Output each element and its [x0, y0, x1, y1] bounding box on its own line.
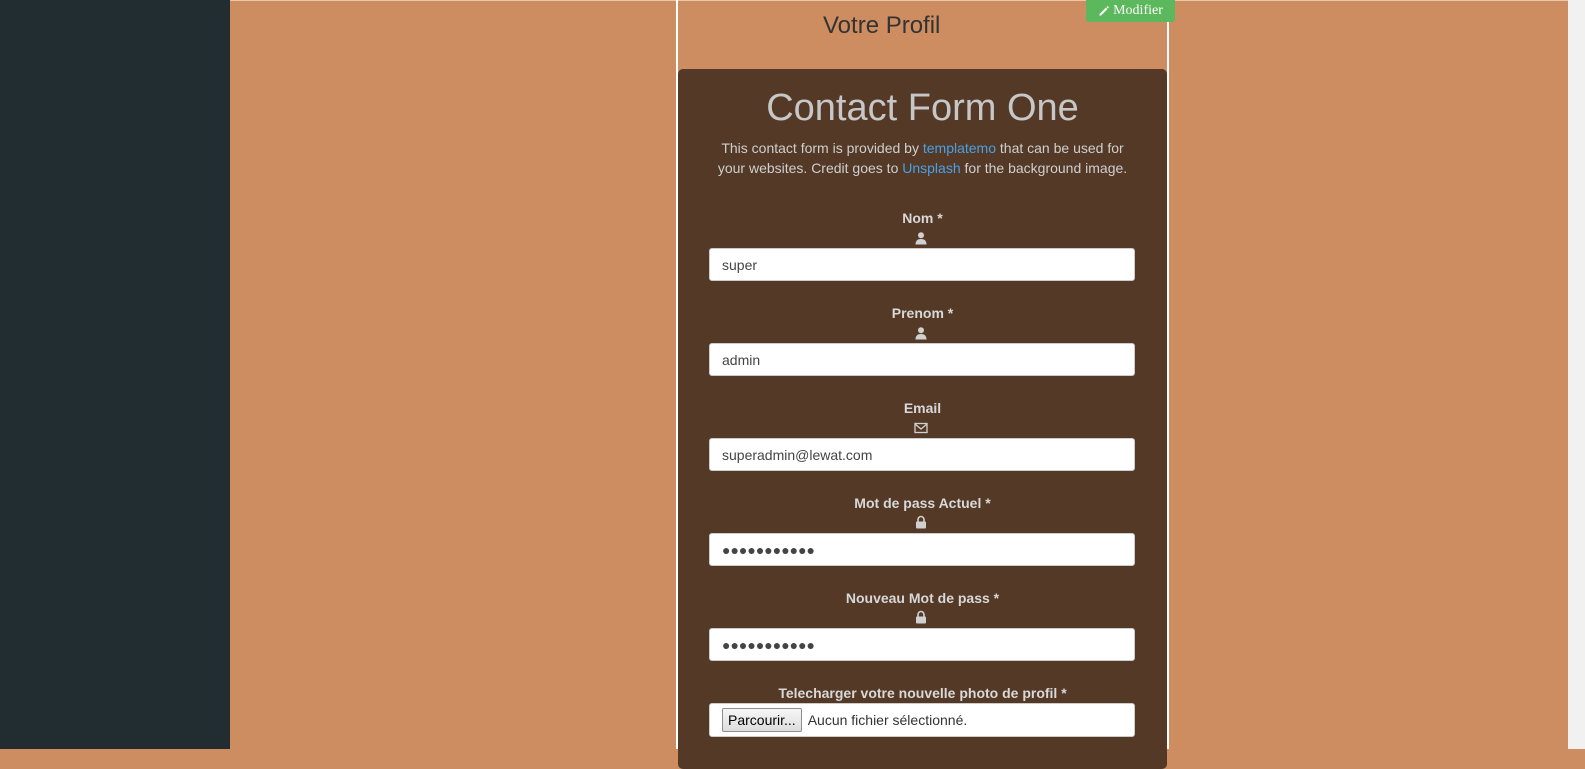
- lock-icon: [914, 610, 928, 624]
- file-status: Aucun fichier sélectionné.: [807, 712, 968, 728]
- form-heading: Contact Form One: [766, 87, 1079, 129]
- contact-form-card: Contact Form One This contact form is pr…: [678, 69, 1167, 769]
- pencil-icon: [1099, 6, 1110, 16]
- unsplash-link[interactable]: Unsplash: [902, 160, 960, 176]
- scrollbar[interactable]: [1568, 0, 1585, 749]
- envelope-icon: [914, 421, 928, 435]
- lock-icon: [914, 515, 928, 529]
- nom-input[interactable]: [709, 248, 1135, 281]
- browse-button[interactable]: Parcourir...: [722, 708, 802, 732]
- edit-button-label: Modifier: [1113, 3, 1163, 18]
- sidebar: [0, 0, 230, 749]
- user-icon: [914, 231, 928, 245]
- photo-upload-label: Telecharger votre nouvelle photo de prof…: [778, 685, 1067, 701]
- prenom-input[interactable]: [709, 343, 1135, 376]
- email-label: Email: [903, 400, 942, 416]
- profile-panel: Votre Profil Modifier Contact Form One T…: [676, 0, 1175, 769]
- page-title: Votre Profil: [823, 12, 941, 39]
- desc-text-3: for the background image.: [960, 160, 1128, 176]
- prenom-label: Prenom *: [891, 305, 954, 321]
- user-icon: [914, 326, 928, 340]
- email-input[interactable]: [709, 438, 1135, 471]
- current-password-label: Mot de pass Actuel *: [854, 495, 991, 511]
- desc-text-1: This contact form is provided by: [721, 140, 923, 156]
- edit-button[interactable]: Modifier: [1086, 0, 1175, 22]
- new-password-input[interactable]: [709, 628, 1135, 661]
- nom-label: Nom *: [902, 210, 943, 226]
- current-password-input[interactable]: [709, 533, 1135, 566]
- templatemo-link[interactable]: templatemo: [923, 140, 996, 156]
- new-password-label: Nouveau Mot de pass *: [845, 590, 1000, 606]
- photo-file-input[interactable]: Parcourir... Aucun fichier sélectionné.: [709, 703, 1135, 737]
- form-description: This contact form is provided by templat…: [708, 138, 1137, 178]
